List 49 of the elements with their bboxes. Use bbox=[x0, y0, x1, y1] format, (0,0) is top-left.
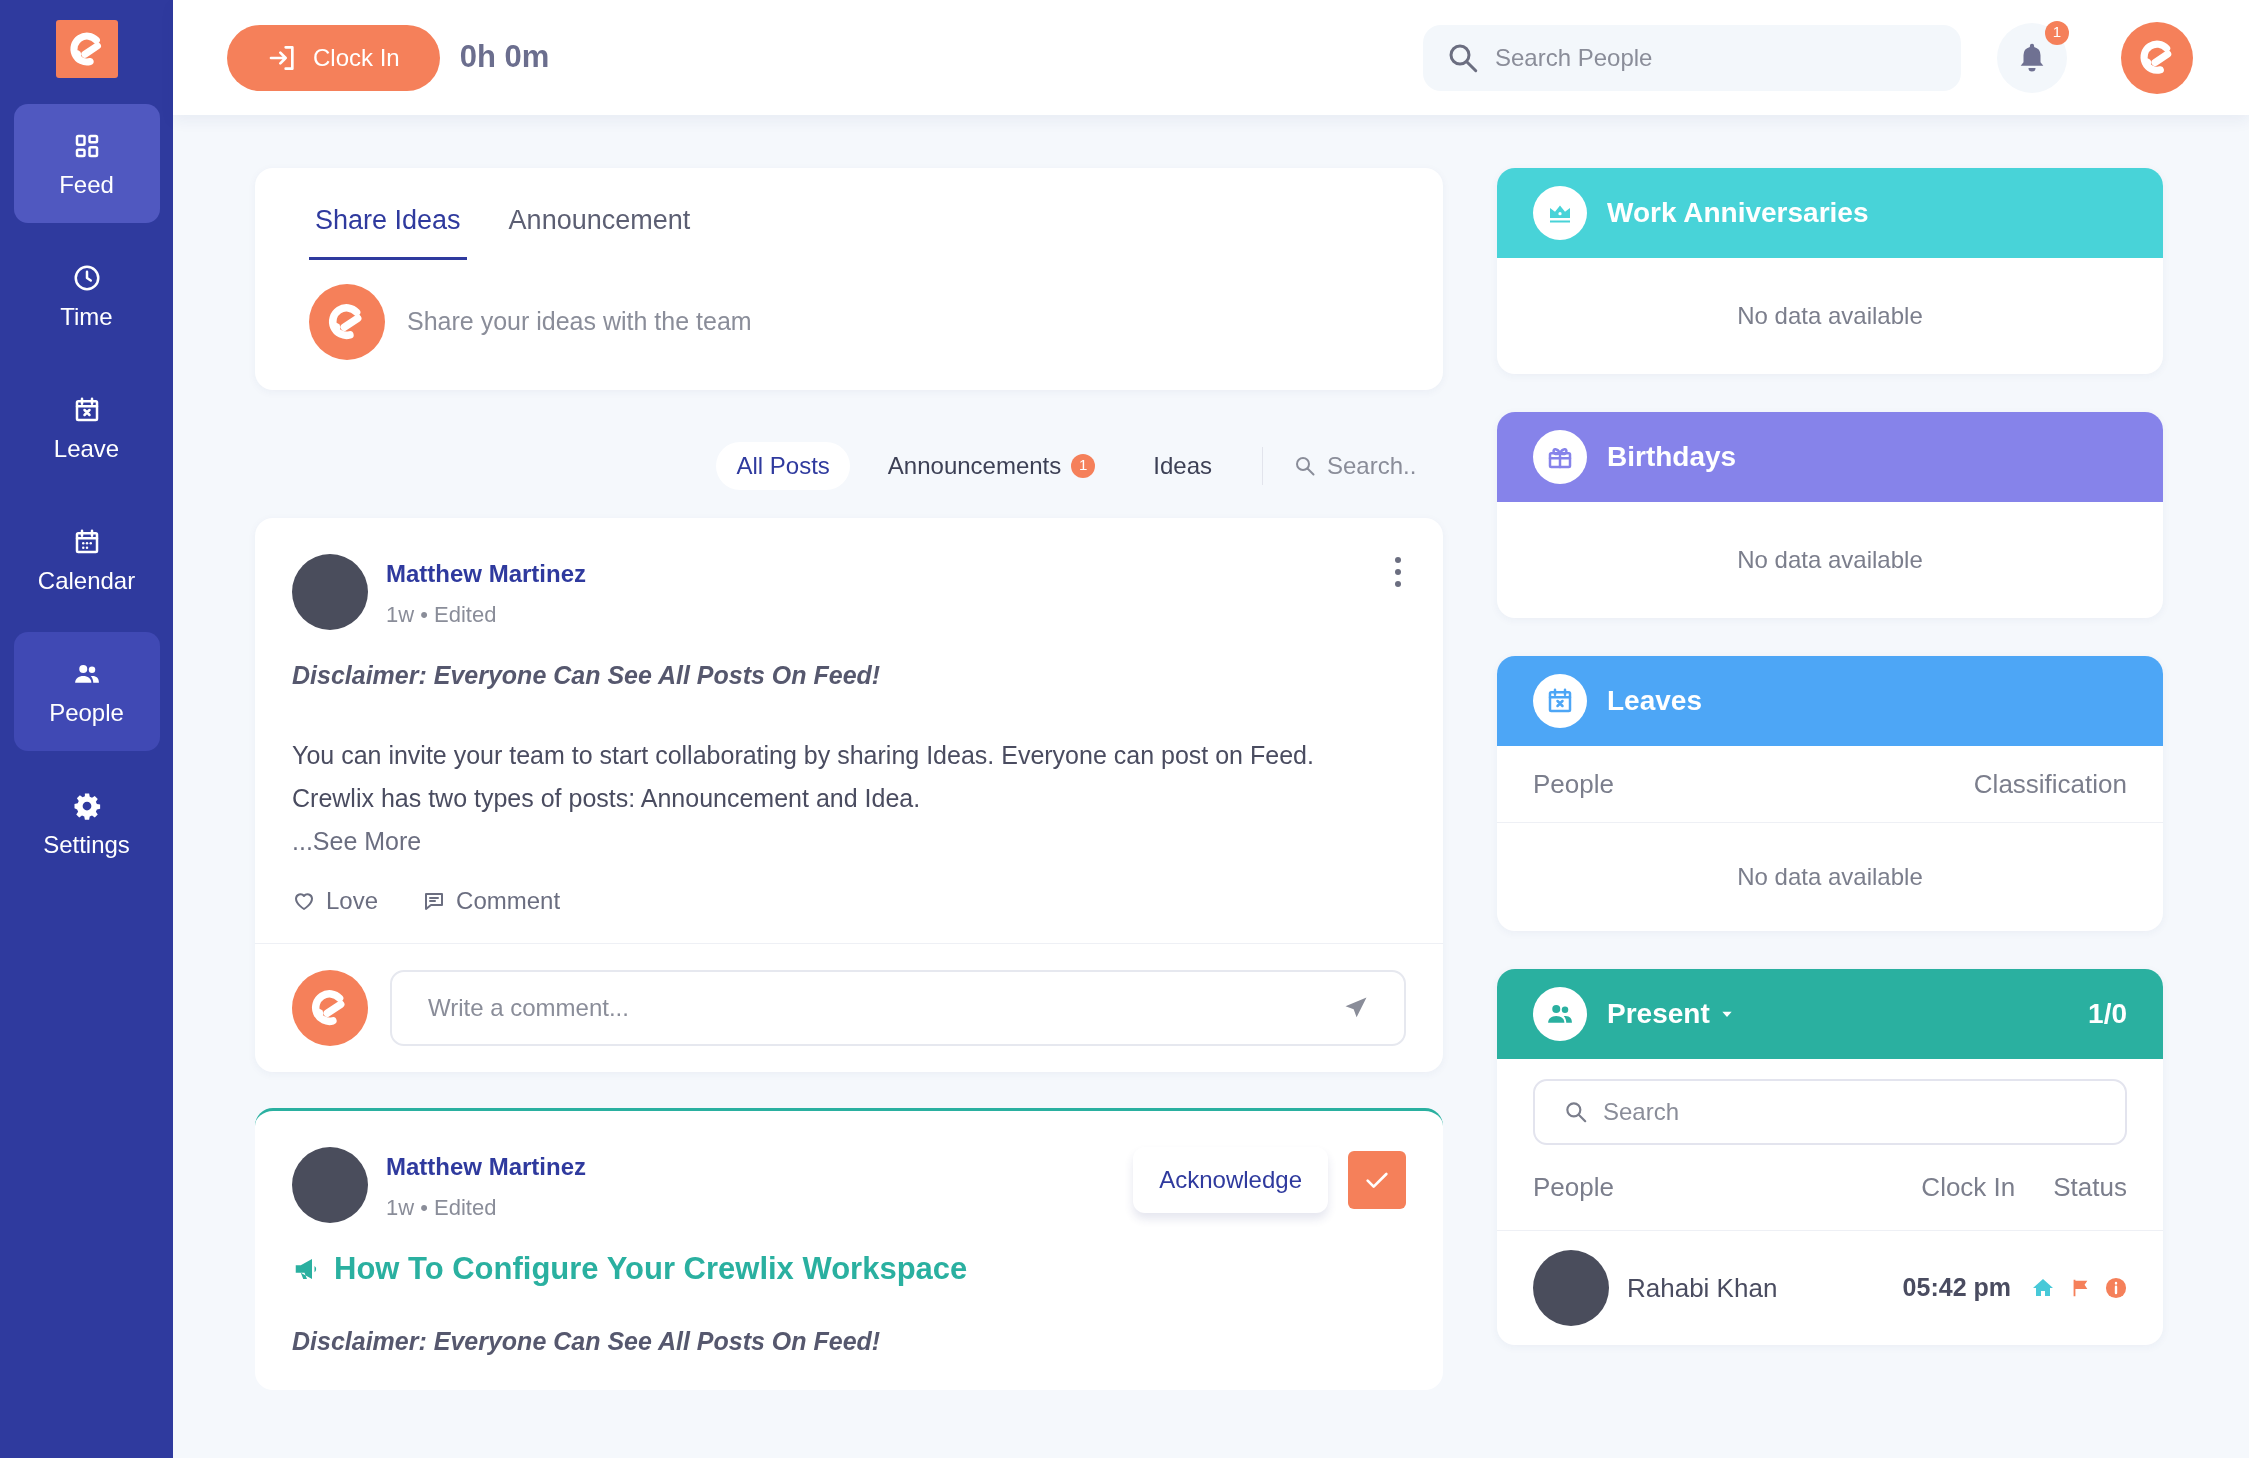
widget-title: Leaves bbox=[1607, 684, 1702, 718]
post-meta: 1w • Edited bbox=[386, 600, 498, 629]
author-name[interactable]: Matthew Martinez bbox=[386, 555, 586, 592]
post-action[interactable]: Love bbox=[292, 883, 379, 919]
column-header: Clock In bbox=[1921, 1171, 2016, 1204]
column-header: Classification bbox=[1973, 767, 2127, 801]
search-icon bbox=[1563, 1099, 1589, 1125]
nav-item[interactable]: People bbox=[13, 632, 160, 751]
column-header: Status bbox=[2053, 1171, 2127, 1204]
composer-tab[interactable]: Share Ideas bbox=[309, 200, 467, 260]
disclaimer-text: Disclaimer: Everyone Can See All Posts On Feed! bbox=[292, 659, 882, 691]
see-more-link[interactable]: ...See More bbox=[292, 820, 1406, 863]
filter-tab[interactable]: Announcements 1 bbox=[867, 441, 1116, 490]
count-badge: 1 bbox=[1071, 453, 1096, 478]
widget-title: Birthdays bbox=[1607, 440, 1737, 474]
post-text: Crewlix has two types of posts: Announcement and Idea. bbox=[292, 783, 922, 814]
nav-item[interactable]: Time bbox=[13, 236, 160, 355]
composer-tab[interactable]: Announcement bbox=[502, 200, 697, 260]
nav-item[interactable]: Settings bbox=[13, 764, 160, 883]
count-text: 1/0 bbox=[2088, 997, 2127, 1031]
nav-item[interactable]: Leave bbox=[13, 368, 160, 487]
widget-title: Work Anniversaries bbox=[1607, 196, 1869, 230]
notification-badge: 1 bbox=[2045, 20, 2069, 45]
disclaimer-text: Disclaimer: Everyone Can See All Posts On Feed! bbox=[292, 1325, 882, 1357]
empty-message: No data available bbox=[1736, 862, 1924, 892]
info-icon bbox=[2105, 1277, 2127, 1299]
nav-item[interactable]: Feed bbox=[13, 104, 160, 223]
nav-item[interactable]: Calendar bbox=[13, 500, 160, 619]
author-name[interactable]: Matthew Martinez bbox=[386, 1149, 586, 1185]
post-text: You can invite your team to start collaborating by sharing Ideas. Everyone can post on Feed. bbox=[292, 740, 1315, 771]
acknowledge-checkbox[interactable] bbox=[1348, 1151, 1406, 1209]
post-search-field[interactable]: Search.. bbox=[1327, 447, 1427, 484]
filter-tab[interactable]: Ideas bbox=[1133, 441, 1232, 490]
acknowledge-button[interactable]: Acknowledge bbox=[1133, 1147, 1328, 1213]
post-input[interactable]: Share your ideas with the team bbox=[407, 302, 1389, 341]
post-meta: 1w • Edited bbox=[386, 1194, 498, 1222]
column-header: People bbox=[1533, 1171, 1615, 1204]
post-action[interactable]: Comment bbox=[422, 883, 561, 919]
column-header: People bbox=[1533, 767, 1614, 801]
empty-message: No data available bbox=[1736, 301, 1924, 331]
timer-text: 0h 0m bbox=[459, 38, 550, 77]
filter-tab[interactable]: All Posts bbox=[716, 441, 850, 490]
comment-field[interactable]: Write a comment... bbox=[390, 970, 1406, 1046]
search-field[interactable]: Search People bbox=[1423, 24, 1961, 91]
clock-in-time: 05:42 pm bbox=[1902, 1272, 2011, 1304]
empty-message: No data available bbox=[1736, 545, 1924, 575]
person-name[interactable]: Rahabi Khan bbox=[1627, 1268, 1903, 1308]
search-field[interactable]: Search bbox=[1533, 1079, 2127, 1145]
more-icon[interactable] bbox=[1394, 555, 1402, 588]
